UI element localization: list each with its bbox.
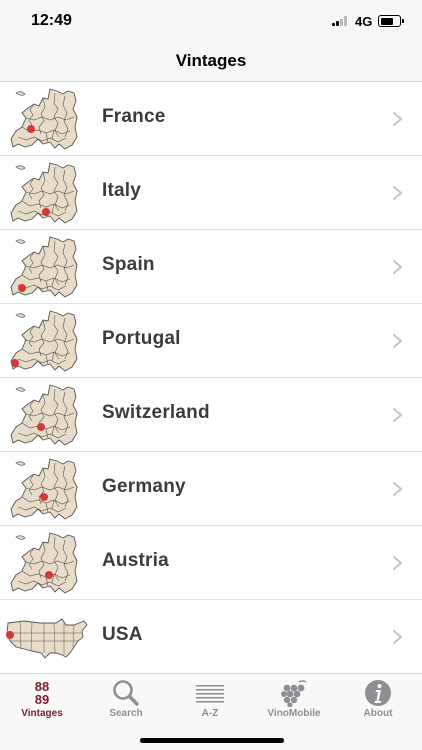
chevron-right-icon xyxy=(393,260,402,274)
tab-label: About xyxy=(363,708,393,719)
list-item-label: Italy xyxy=(102,180,142,201)
tab-label: A-Z xyxy=(201,708,219,719)
signal-strength-icon xyxy=(332,16,348,26)
chevron-right-icon xyxy=(393,630,402,644)
tab-label: Search xyxy=(109,708,143,719)
list-item-usa[interactable]: USA xyxy=(0,600,422,674)
europe-map-icon xyxy=(10,161,78,225)
list-item-switzerland[interactable]: Switzerland xyxy=(0,378,422,452)
list-item-label: Austria xyxy=(102,550,169,571)
tab-label: Vintages xyxy=(21,708,63,719)
chevron-right-icon xyxy=(393,482,402,496)
tab-search[interactable]: Search xyxy=(84,674,168,724)
europe-map-icon xyxy=(10,457,78,521)
list-item-italy[interactable]: Italy xyxy=(0,156,422,230)
europe-map-icon xyxy=(10,235,78,299)
navigation-bar: Vintages xyxy=(0,44,422,82)
status-bar: 12:49 4G xyxy=(0,0,422,44)
list-item-portugal[interactable]: Portugal xyxy=(0,304,422,378)
tab-vinomobile[interactable]: VinoMobile xyxy=(252,674,336,724)
europe-map-icon xyxy=(10,87,78,151)
tab-vintages[interactable]: 88 89 Vintages xyxy=(0,674,84,724)
list-item-label: USA xyxy=(102,624,143,645)
country-list: France Italy Spain Portugal Switzerland xyxy=(0,82,422,674)
svg-text:89: 89 xyxy=(35,692,49,707)
europe-map-icon xyxy=(10,531,78,595)
tab-a-z[interactable]: A-Z xyxy=(168,674,252,724)
europe-map-icon xyxy=(10,383,78,447)
info-icon xyxy=(365,680,391,706)
page-title: Vintages xyxy=(175,51,247,70)
list-item-label: France xyxy=(102,106,166,127)
chevron-right-icon xyxy=(393,334,402,348)
network-type: 4G xyxy=(355,14,373,29)
tab-label: VinoMobile xyxy=(267,708,321,719)
europe-map-icon xyxy=(10,309,78,373)
list-item-france[interactable]: France xyxy=(0,82,422,156)
chevron-right-icon xyxy=(393,556,402,570)
list-item-label: Switzerland xyxy=(102,402,210,423)
tab-about[interactable]: About xyxy=(336,674,420,724)
chevron-right-icon xyxy=(393,186,402,200)
list-icon xyxy=(196,685,224,703)
status-time: 12:49 xyxy=(31,12,72,29)
usa-map-icon xyxy=(6,618,88,659)
list-item-label: Portugal xyxy=(102,328,181,349)
list-item-label: Spain xyxy=(102,254,155,275)
list-item-germany[interactable]: Germany xyxy=(0,452,422,526)
grapes-icon xyxy=(281,680,307,707)
search-icon xyxy=(113,680,139,706)
chevron-right-icon xyxy=(393,408,402,422)
battery-level xyxy=(380,17,394,25)
list-item-austria[interactable]: Austria xyxy=(0,526,422,600)
home-indicator xyxy=(140,738,284,743)
chevron-right-icon xyxy=(393,112,402,126)
battery-icon xyxy=(378,15,404,27)
list-item-label: Germany xyxy=(102,476,186,497)
list-item-spain[interactable]: Spain xyxy=(0,230,422,304)
vintages-88-89-icon: 88 89 xyxy=(35,679,49,707)
